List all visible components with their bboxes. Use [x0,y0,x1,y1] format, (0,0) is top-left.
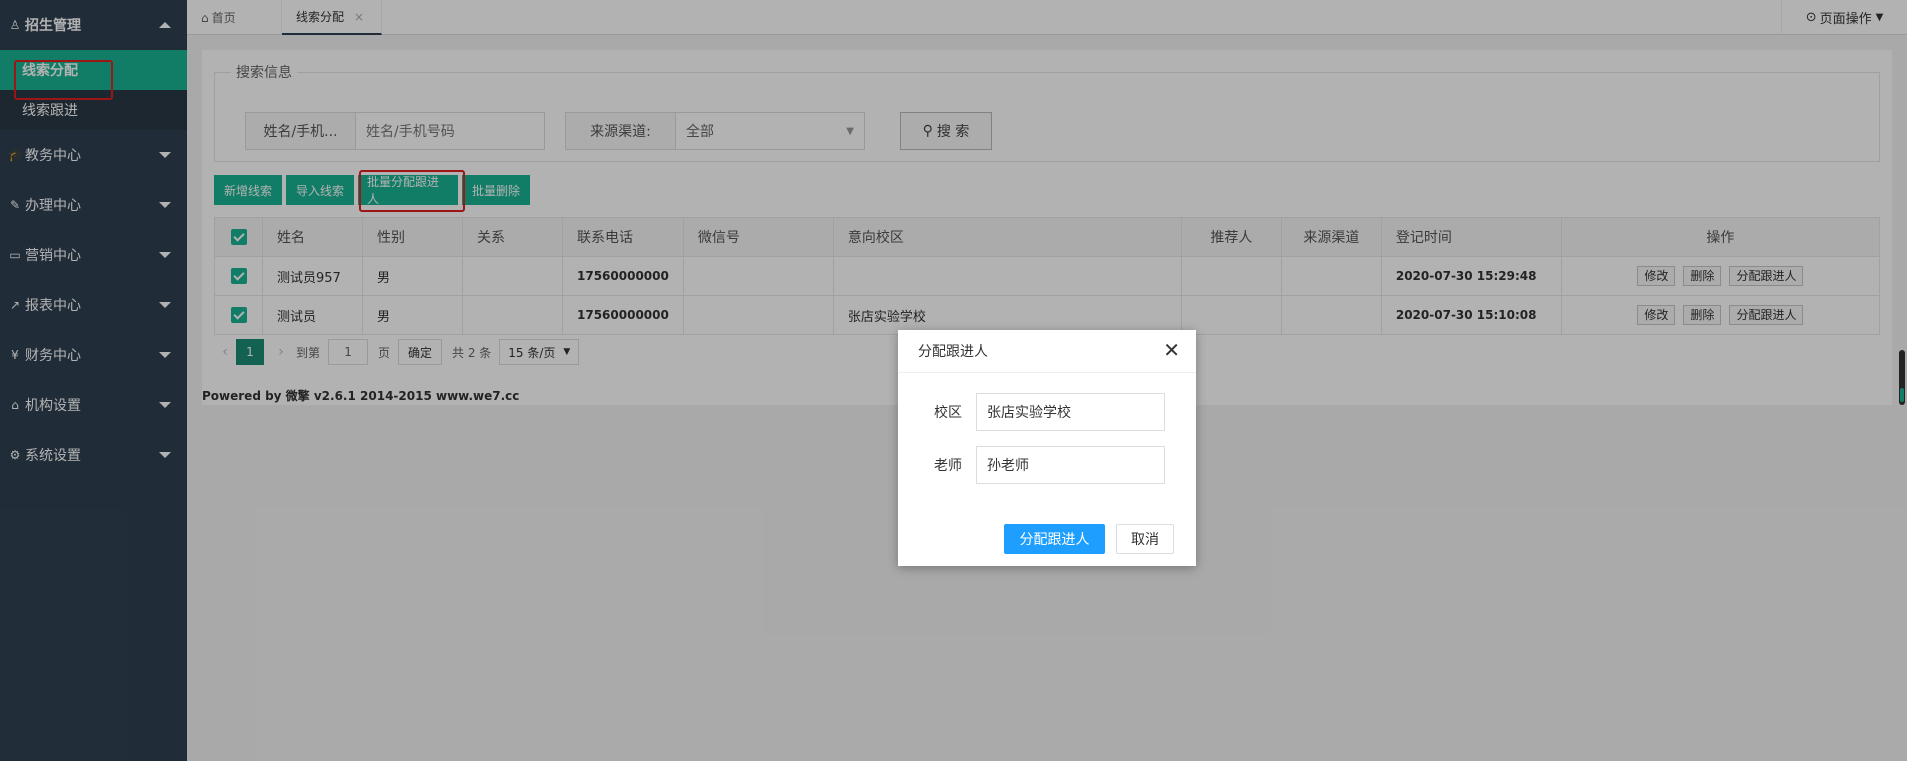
assign-follower-dialog: 分配跟进人 ✕ 校区 张店实验学校 老师 孙老师 分配跟进人 取消 [898,330,1196,566]
cancel-button[interactable]: 取消 [1116,524,1174,554]
teacher-field[interactable]: 孙老师 [976,446,1165,484]
teacher-label: 老师 [934,458,962,474]
campus-field[interactable]: 张店实验学校 [976,393,1165,431]
dialog-title: 分配跟进人 [918,344,988,360]
teacher-row: 老师 孙老师 [898,446,1165,484]
assign-confirm-button[interactable]: 分配跟进人 [1004,524,1105,554]
close-icon[interactable]: ✕ [1163,340,1180,360]
campus-label: 校区 [934,405,962,421]
campus-row: 校区 张店实验学校 [898,393,1165,431]
dialog-header: 分配跟进人 ✕ [898,330,1196,373]
